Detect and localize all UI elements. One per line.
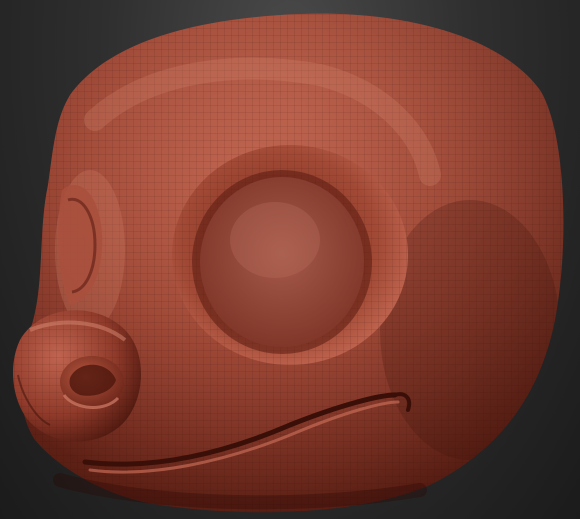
sculpted-head-render [13, 13, 564, 513]
snout [13, 310, 142, 442]
sculpt-viewport[interactable] [0, 0, 580, 519]
nostril [60, 356, 124, 409]
eye-socket [172, 145, 408, 365]
